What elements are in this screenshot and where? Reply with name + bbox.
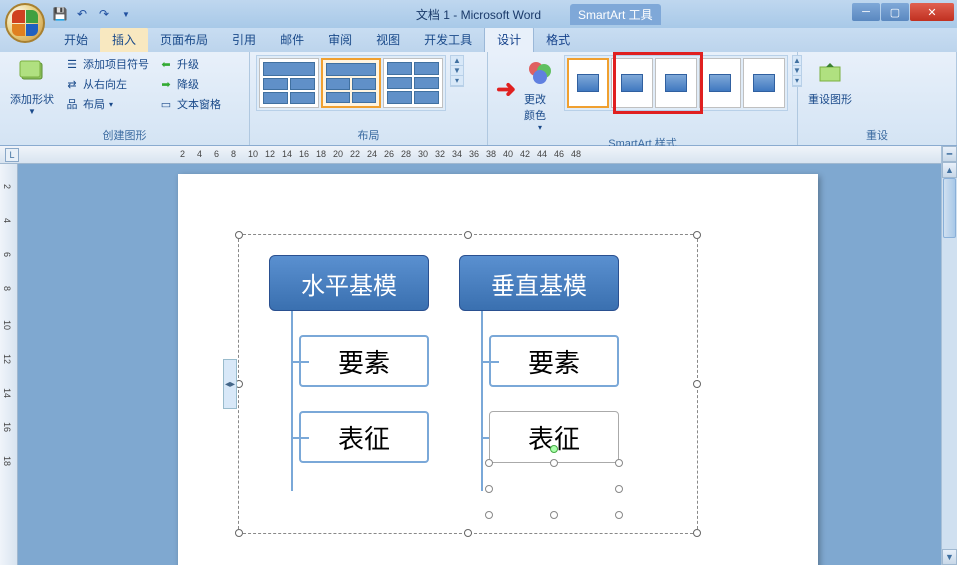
promote-button[interactable]: ⬅升级 <box>156 55 224 73</box>
reset-graphic-button[interactable]: 重设图形 <box>804 55 856 109</box>
style-gallery-scroll: ▲ ▼ ▾ <box>792 55 802 87</box>
scroll-down-icon[interactable]: ▼ <box>451 66 463 76</box>
tab-view[interactable]: 视图 <box>364 27 412 52</box>
tab-developer[interactable]: 开发工具 <box>412 27 484 52</box>
group-label: 布局 <box>256 126 481 143</box>
reset-label: 重设图形 <box>808 91 852 107</box>
gallery-more-icon[interactable]: ▾ <box>451 76 463 86</box>
ruler-corner[interactable]: L <box>5 148 19 162</box>
scroll-up-icon[interactable]: ▲ <box>451 56 463 66</box>
rtl-button[interactable]: ⇄从右向左 <box>62 75 152 93</box>
tab-home[interactable]: 开始 <box>52 27 100 52</box>
promote-icon: ⬅ <box>159 57 173 71</box>
workspace: L 24681012141618202224262830323436384042… <box>0 146 957 565</box>
sa-node-top-2[interactable]: 垂直基模 <box>459 255 619 311</box>
tab-format[interactable]: 格式 <box>534 27 582 52</box>
smartart-column-1: 水平基模 要素 表征 <box>269 255 429 513</box>
page: ◂▸ 水平基模 要素 表征 垂直基模 要 <box>178 174 818 565</box>
tab-design[interactable]: 设计 <box>484 26 534 52</box>
titlebar: 💾 ↶ ↷ ▼ 文档 1 - Microsoft Word SmartArt 工… <box>0 0 957 28</box>
style-option-1[interactable] <box>567 58 609 108</box>
tab-insert[interactable]: 插入 <box>100 27 148 52</box>
demote-button[interactable]: ➡降级 <box>156 75 224 93</box>
style-option-2[interactable] <box>611 58 653 108</box>
redo-icon[interactable]: ↷ <box>96 6 112 22</box>
scroll-up-icon[interactable]: ▲ <box>942 162 957 178</box>
change-colors-label: 更改颜色 <box>524 91 556 123</box>
style-option-3[interactable] <box>655 58 697 108</box>
group-smartart-styles: ➜ 更改颜色 ▾ ▲ ▼ ▾ SmartArt 样式 <box>488 52 798 145</box>
layout-button[interactable]: 品布局▾ <box>62 95 152 113</box>
sa-node-child-1a[interactable]: 要素 <box>299 335 429 387</box>
ribbon: 添加形状 ▼ ☰添加项目符号 ⇄从右向左 品布局▾ ⬅升级 ➡降级 ▭文本窗格 … <box>0 52 957 146</box>
group-create-graphic: 添加形状 ▼ ☰添加项目符号 ⇄从右向左 品布局▾ ⬅升级 ➡降级 ▭文本窗格 … <box>0 52 250 145</box>
style-option-4[interactable] <box>699 58 741 108</box>
bullet-icon: ☰ <box>65 57 79 71</box>
smartart-frame[interactable]: ◂▸ 水平基模 要素 表征 垂直基模 要 <box>238 234 698 534</box>
group-reset: 重设图形 重设 <box>798 52 957 145</box>
smartart-graphic: 水平基模 要素 表征 垂直基模 要素 表征 <box>239 235 697 533</box>
vertical-ruler[interactable]: 24681012141618 <box>0 164 18 565</box>
demote-icon: ➡ <box>159 77 173 91</box>
add-shape-button[interactable]: 添加形状 ▼ <box>6 55 58 118</box>
group-layouts: ▲ ▼ ▾ 布局 <box>250 52 488 145</box>
window-title: 文档 1 - Microsoft Word <box>416 6 541 23</box>
tab-mailings[interactable]: 邮件 <box>268 27 316 52</box>
textpane-icon: ▭ <box>159 97 173 111</box>
close-button[interactable]: ✕ <box>910 3 954 21</box>
sa-node-child-1b[interactable]: 表征 <box>299 411 429 463</box>
context-tab-title: SmartArt 工具 <box>570 4 661 25</box>
vertical-scrollbar[interactable]: ━ ▲ ▼ <box>941 146 957 565</box>
maximize-button[interactable]: ▢ <box>881 3 909 21</box>
quick-access-toolbar: 💾 ↶ ↷ ▼ <box>52 6 134 22</box>
undo-icon[interactable]: ↶ <box>74 6 90 22</box>
layout-option-3[interactable] <box>383 58 443 108</box>
layout-gallery <box>256 55 446 111</box>
scroll-split-icon[interactable]: ━ <box>942 146 957 162</box>
textpane-button[interactable]: ▭文本窗格 <box>156 95 224 113</box>
scroll-down-icon[interactable]: ▼ <box>942 549 957 565</box>
add-bullet-button[interactable]: ☰添加项目符号 <box>62 55 152 73</box>
tab-review[interactable]: 审阅 <box>316 27 364 52</box>
annotation-arrow-icon: ➜ <box>496 75 516 104</box>
gallery-more-icon[interactable]: ▾ <box>793 76 801 86</box>
document-area[interactable]: ◂▸ 水平基模 要素 表征 垂直基模 要 <box>18 164 941 565</box>
save-icon[interactable]: 💾 <box>52 6 68 22</box>
group-label: 重设 <box>804 126 950 143</box>
smartart-column-2: 垂直基模 要素 表征 <box>459 255 619 513</box>
ribbon-tabs: 开始 插入 页面布局 引用 邮件 审阅 视图 开发工具 设计 格式 <box>0 28 957 52</box>
style-option-5[interactable] <box>743 58 785 108</box>
office-button[interactable] <box>5 3 45 43</box>
layout-option-1[interactable] <box>259 58 319 108</box>
style-gallery <box>564 55 788 111</box>
minimize-button[interactable]: ─ <box>852 3 880 21</box>
scroll-up-icon[interactable]: ▲ <box>793 56 801 66</box>
change-colors-button[interactable]: 更改颜色 ▾ <box>520 55 560 134</box>
layout-gallery-scroll: ▲ ▼ ▾ <box>450 55 464 87</box>
add-shape-label: 添加形状 <box>10 91 54 107</box>
horizontal-ruler[interactable]: L 24681012141618202224262830323436384042… <box>0 146 957 164</box>
tab-references[interactable]: 引用 <box>220 27 268 52</box>
qat-dropdown-icon[interactable]: ▼ <box>118 6 134 22</box>
rtl-icon: ⇄ <box>65 77 79 91</box>
textpane-toggle[interactable]: ◂▸ <box>223 359 237 409</box>
sa-node-top-1[interactable]: 水平基模 <box>269 255 429 311</box>
layout-icon: 品 <box>65 97 79 111</box>
scroll-down-icon[interactable]: ▼ <box>793 66 801 76</box>
sa-node-child-2a[interactable]: 要素 <box>489 335 619 387</box>
sa-node-child-2b-editing[interactable]: 表征 <box>489 411 619 463</box>
layout-option-2[interactable] <box>321 58 381 108</box>
group-label: 创建图形 <box>6 126 243 143</box>
scroll-thumb[interactable] <box>943 178 956 238</box>
tab-pagelayout[interactable]: 页面布局 <box>148 27 220 52</box>
